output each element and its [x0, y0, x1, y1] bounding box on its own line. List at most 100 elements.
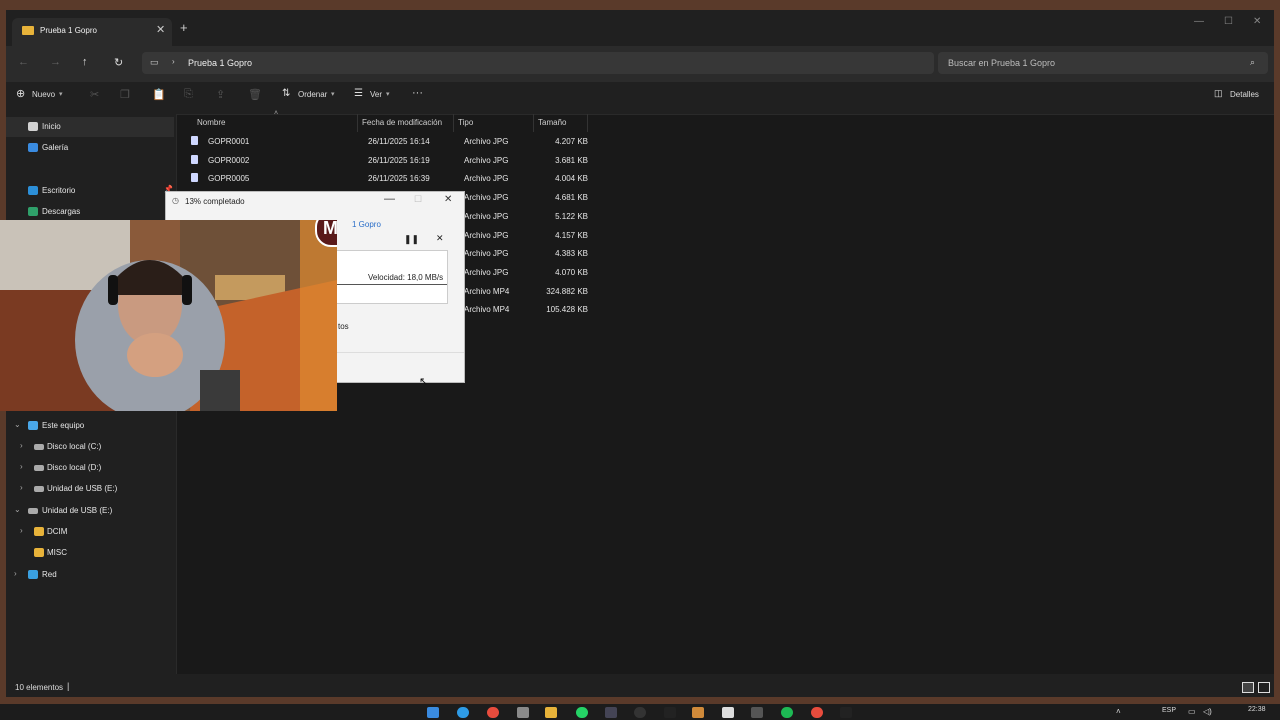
- column-divider[interactable]: [587, 114, 588, 132]
- more-options-button[interactable]: ···: [412, 87, 423, 99]
- cancel-button[interactable]: ✕: [436, 233, 444, 244]
- tab-prueba-1-gopro[interactable]: Prueba 1 Gopro ✕: [12, 18, 172, 46]
- tiles-view-icon[interactable]: [1258, 682, 1270, 693]
- epic-games-icon[interactable]: [840, 707, 852, 718]
- sidebar-item-usb-e[interactable]: › Unidad de USB (E:): [6, 479, 174, 499]
- paste-icon[interactable]: 📋: [152, 88, 166, 101]
- sort-button[interactable]: Ordenar: [298, 90, 327, 99]
- file-size: 4.004 KB: [555, 174, 588, 184]
- address-bar-row: ← → ↑ ↻ ▭ › Prueba 1 Gopro Buscar en Pru…: [6, 46, 1274, 82]
- chevron-right-icon[interactable]: ›: [20, 462, 23, 471]
- copy-icon[interactable]: ❐: [120, 88, 130, 101]
- sidebar-item-disco-c[interactable]: › Disco local (C:): [6, 437, 174, 457]
- minimize-button[interactable]: —: [1194, 16, 1204, 27]
- close-tab-icon[interactable]: ✕: [156, 23, 165, 36]
- chevron-down-icon: ▾: [386, 91, 390, 98]
- sidebar-item-red[interactable]: › Red: [6, 565, 174, 585]
- table-row[interactable]: GOPR0002 26/11/2025 16:19 Archivo JPG 3.681…: [188, 151, 598, 170]
- file-size: 5.122 KB: [555, 211, 588, 221]
- gallery-icon: [28, 143, 38, 152]
- app-icon[interactable]: [605, 707, 617, 718]
- chevron-right-icon[interactable]: ›: [20, 526, 23, 535]
- details-button[interactable]: Detalles: [1230, 90, 1259, 99]
- sidebar-item-este-equipo[interactable]: ⌄ Este equipo: [6, 416, 174, 436]
- details-view-icon[interactable]: [1242, 682, 1254, 693]
- column-header-size[interactable]: Tamaño: [538, 118, 566, 127]
- column-header-type[interactable]: Tipo: [458, 118, 473, 127]
- network-tray-icon[interactable]: ▭: [1188, 707, 1196, 716]
- sidebar-item-galeria[interactable]: Galería: [6, 138, 174, 158]
- spotify-icon[interactable]: [781, 707, 793, 718]
- sidebar-item-usb-e-expanded[interactable]: ⌄ Unidad de USB (E:): [6, 501, 174, 521]
- back-icon[interactable]: ←: [18, 56, 29, 68]
- status-bar: 10 elementos |: [6, 674, 1274, 697]
- items-remaining: tos: [338, 322, 349, 331]
- new-tab-button[interactable]: +: [180, 20, 188, 35]
- pause-button[interactable]: ❚❚: [404, 234, 419, 245]
- column-divider[interactable]: [453, 114, 454, 132]
- file-date: 26/11/2025 16:14: [368, 137, 430, 146]
- store-icon[interactable]: [517, 707, 529, 718]
- chevron-down-icon[interactable]: ⌄: [14, 420, 21, 429]
- maximize-button[interactable]: ☐: [1224, 16, 1233, 27]
- column-header-date[interactable]: Fecha de modificación: [362, 118, 442, 127]
- obs-icon[interactable]: [634, 707, 646, 718]
- chrome-icon[interactable]: [811, 707, 823, 718]
- view-button[interactable]: Ver: [370, 90, 382, 99]
- language-indicator[interactable]: ESP: [1162, 707, 1176, 714]
- share-icon[interactable]: ⇪: [216, 88, 225, 101]
- sidebar-item-misc[interactable]: MISC: [6, 543, 174, 563]
- chevron-down-icon: ▾: [59, 91, 63, 98]
- column-divider[interactable]: [357, 114, 358, 132]
- forward-icon[interactable]: →: [50, 56, 61, 68]
- app-icon[interactable]: [692, 707, 704, 718]
- webcam-image: [0, 220, 337, 411]
- dialog-close-button[interactable]: ✕: [444, 194, 452, 205]
- column-header-name[interactable]: Nombre: [197, 118, 225, 127]
- file-type: Archivo JPG: [464, 155, 509, 165]
- close-button[interactable]: ✕: [1253, 16, 1261, 27]
- sidebar-item-inicio[interactable]: Inicio: [6, 117, 174, 137]
- file-explorer-taskbar-icon[interactable]: [545, 707, 557, 718]
- dialog-maximize-button[interactable]: ☐: [414, 194, 422, 205]
- chevron-right-icon[interactable]: ›: [20, 483, 23, 492]
- chevron-down-icon[interactable]: ⌄: [14, 505, 21, 514]
- mouse-cursor-icon: ↖: [419, 376, 429, 388]
- drive-icon: [34, 465, 44, 471]
- destination-link[interactable]: 1 Gopro: [352, 220, 381, 229]
- computer-icon: ▭: [150, 57, 159, 67]
- image-file-icon: [191, 154, 198, 164]
- clock-time[interactable]: 22:38: [1248, 706, 1266, 713]
- epic-games-icon[interactable]: [664, 707, 676, 718]
- volume-icon[interactable]: ◁): [1203, 707, 1212, 716]
- cut-icon[interactable]: ✂: [90, 88, 99, 101]
- tray-chevron-icon[interactable]: ˄: [1116, 707, 1121, 716]
- sidebar-item-escritorio[interactable]: Escritorio 📌: [6, 181, 174, 201]
- column-divider[interactable]: [533, 114, 534, 132]
- view-icon: ☰: [354, 88, 363, 99]
- notepad-icon[interactable]: [722, 707, 734, 718]
- app-icon[interactable]: [751, 707, 763, 718]
- chevron-right-icon[interactable]: ›: [14, 569, 17, 578]
- sidebar-item-descargas[interactable]: Descargas: [6, 202, 174, 222]
- edge-icon[interactable]: [457, 707, 469, 718]
- sort-icon: ⇅: [282, 88, 291, 99]
- dialog-minimize-button[interactable]: —: [384, 193, 395, 205]
- search-input[interactable]: Buscar en Prueba 1 Gopro ⌕: [938, 52, 1268, 74]
- up-icon[interactable]: ↑: [82, 56, 88, 68]
- chrome-icon[interactable]: [487, 707, 499, 718]
- table-row[interactable]: GOPR0005 26/11/2025 16:39 Archivo JPG 4.004…: [188, 169, 598, 188]
- sidebar-item-disco-d[interactable]: › Disco local (D:): [6, 458, 174, 478]
- delete-icon[interactable]: 🗑: [248, 88, 262, 101]
- new-button[interactable]: Nuevo: [32, 90, 55, 99]
- address-bar[interactable]: ▭ › Prueba 1 Gopro: [142, 52, 934, 74]
- drive-icon: [34, 444, 44, 450]
- start-icon[interactable]: [427, 707, 439, 718]
- refresh-icon[interactable]: ↻: [114, 56, 123, 69]
- sort-asc-icon: ˄: [274, 110, 279, 117]
- chevron-right-icon[interactable]: ›: [20, 441, 23, 450]
- sidebar-item-dcim[interactable]: › DCIM: [6, 522, 174, 542]
- whatsapp-icon[interactable]: [576, 707, 588, 718]
- rename-icon[interactable]: ⎘: [184, 88, 193, 101]
- table-row[interactable]: GOPR0001 26/11/2025 16:14 Archivo JPG 4.207…: [188, 132, 598, 151]
